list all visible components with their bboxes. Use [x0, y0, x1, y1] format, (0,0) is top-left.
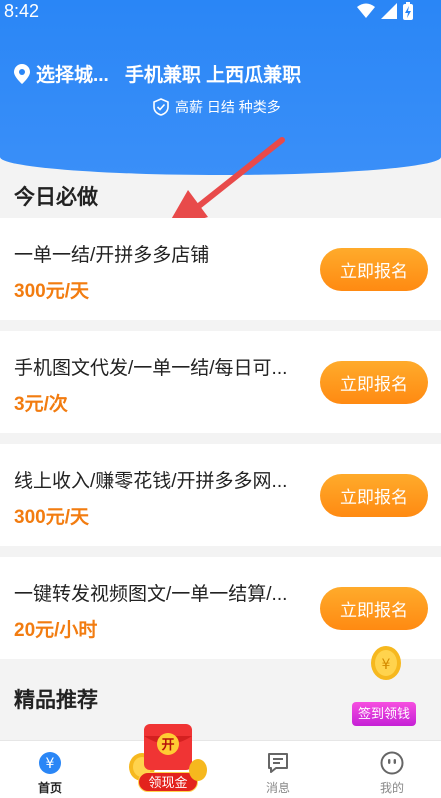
bottom-tab-bar: ¥ 首页 消息 我的 [0, 740, 441, 798]
section-title-featured: 精品推荐 [14, 689, 98, 712]
job-price: 300元/天 [14, 507, 89, 528]
job-price: 3元/次 [14, 394, 68, 415]
home-yen-icon: ¥ [39, 752, 61, 774]
signin-reward-button[interactable]: 签到领钱 [352, 702, 416, 726]
job-name: 一键转发视频图文/一单一结算/... [14, 584, 288, 605]
tab-home[interactable]: ¥ 首页 [10, 741, 90, 798]
signup-button[interactable]: 立即报名 [320, 248, 428, 291]
tab-label: 首页 [37, 781, 62, 795]
job-card[interactable]: 一单一结/开拼多多店铺 300元/天 立即报名 [0, 218, 441, 320]
status-bar: 8:42 [0, 0, 441, 24]
svg-text:¥: ¥ [46, 756, 55, 772]
job-name: 线上收入/赚零花钱/开拼多多网... [14, 471, 288, 492]
tagline-text: 高薪 日结 种类多 [175, 99, 281, 115]
message-icon [268, 753, 288, 773]
gold-coin-icon[interactable]: ¥ [370, 645, 402, 681]
job-price: 300元/天 [14, 281, 89, 302]
city-selector[interactable]: 选择城... [36, 60, 109, 87]
tab-label: 消息 [265, 781, 290, 795]
profile-icon [380, 751, 404, 775]
red-packet-open: 开 [161, 737, 175, 752]
status-icons [357, 2, 413, 20]
tab-messages[interactable]: 消息 [238, 741, 318, 798]
signup-button[interactable]: 立即报名 [320, 587, 428, 630]
job-card[interactable]: 线上收入/赚零花钱/开拼多多网... 300元/天 立即报名 [0, 444, 441, 546]
job-price: 20元/小时 [14, 620, 98, 641]
svg-text:¥: ¥ [382, 657, 391, 673]
wifi-icon [357, 3, 375, 18]
signup-button[interactable]: 立即报名 [320, 474, 428, 517]
app-title: 手机兼职 上西瓜兼职 [124, 65, 302, 86]
signal-icon [381, 3, 397, 19]
job-name: 手机图文代发/一单一结/每日可... [14, 358, 288, 379]
red-packet-widget[interactable]: 开 领现金 [128, 722, 208, 798]
battery-icon [403, 2, 413, 20]
tagline: 高薪 日结 种类多 [153, 97, 281, 117]
section-title-today: 今日必做 [14, 186, 98, 209]
signup-button[interactable]: 立即报名 [320, 361, 428, 404]
status-time: 8:42 [4, 1, 40, 21]
location-row: 选择城... 手机兼职 上西瓜兼职 [14, 60, 301, 87]
tab-profile[interactable]: 我的 [352, 741, 432, 798]
job-card[interactable]: 手机图文代发/一单一结/每日可... 3元/次 立即报名 [0, 331, 441, 433]
tab-label: 我的 [379, 781, 404, 795]
coin-stack-icon [189, 759, 207, 781]
location-pin-icon[interactable] [14, 63, 30, 84]
job-card[interactable]: 一键转发视频图文/一单一结算/... 20元/小时 立即报名 [0, 557, 441, 659]
job-name: 一单一结/开拼多多店铺 [14, 245, 210, 266]
shield-check-icon [153, 98, 169, 116]
